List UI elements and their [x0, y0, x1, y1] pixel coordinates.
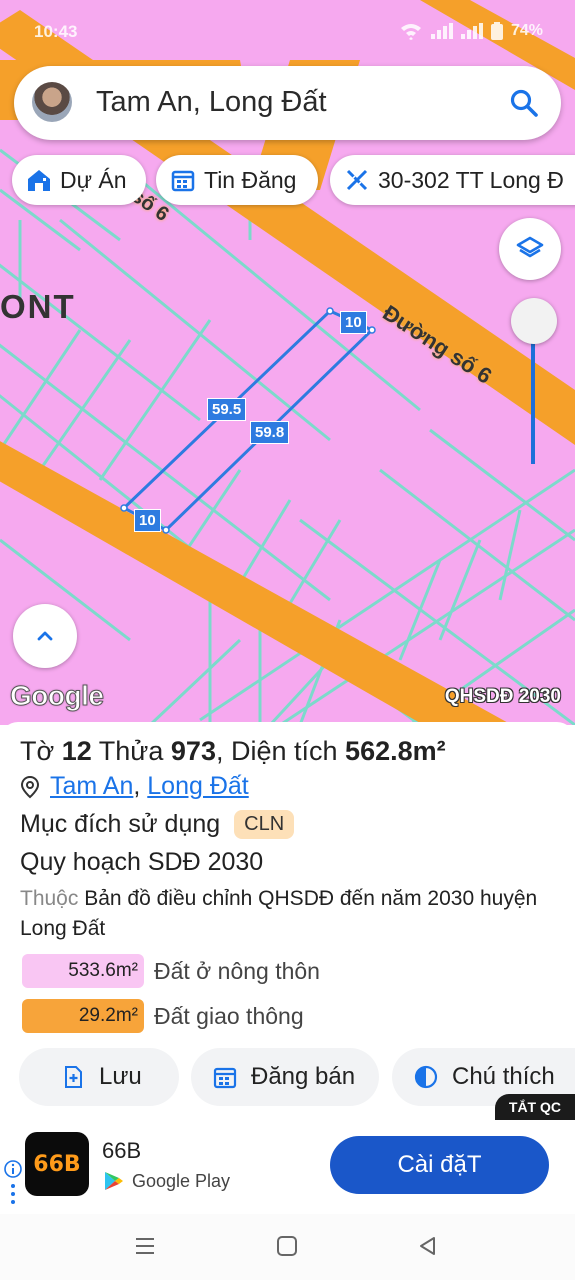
land-use-purpose: Mục đích sử dụng CLN	[20, 810, 295, 839]
sheet-number: 12	[61, 736, 92, 766]
opacity-slider-handle[interactable]	[511, 298, 557, 344]
purpose-label: Mục đích sử dụng	[20, 810, 221, 838]
commune-link[interactable]: Tam An	[50, 772, 133, 801]
chevron-up-icon	[37, 631, 53, 641]
chip-tin-dang[interactable]: Tin Đăng	[156, 155, 318, 205]
parcel-area: 562.8m²	[345, 736, 446, 766]
purpose-code-badge: CLN	[234, 810, 295, 839]
plan-layer-label: QHSDĐ 2030	[444, 686, 561, 707]
zone-area: 29.2m²	[22, 999, 144, 1033]
ad-info-icon[interactable]	[4, 1160, 22, 1206]
ad-app-logo[interactable]: 66B	[25, 1132, 89, 1196]
status-bar: 10:43 74%	[0, 0, 575, 62]
house-icon	[28, 170, 50, 191]
google-play-icon	[105, 1172, 123, 1190]
ad-banner[interactable]: 66B 66B Google Play Cài đặT	[0, 1120, 575, 1214]
expand-panel-button[interactable]	[13, 604, 77, 668]
wifi-icon	[400, 24, 421, 40]
ruler-icon	[346, 169, 368, 191]
chip-planning-map[interactable]: 30-302 TT Long Đ	[330, 155, 575, 205]
zone-code-label: ONT	[0, 288, 76, 325]
sheet-label: Tờ	[20, 736, 55, 766]
edge-length-label: 59.8	[250, 421, 290, 444]
location-pin-icon	[20, 775, 40, 798]
area-label: , Diện tích	[215, 736, 338, 766]
save-button-label: Lưu	[99, 1063, 142, 1090]
zone-row: 29.2m² Đất giao thông	[22, 999, 304, 1033]
signal-icon	[460, 23, 483, 39]
search-input[interactable]: Tam An, Long Đất	[96, 86, 327, 119]
district-link[interactable]: Long Đất	[147, 772, 248, 801]
zone-row: 533.6m² Đất ở nông thôn	[22, 954, 320, 988]
legend-label: Chú thích	[452, 1063, 555, 1090]
battery-level: 74%	[510, 22, 543, 39]
install-button[interactable]: Cài đặT	[330, 1136, 549, 1194]
belongs-prefix: Thuộc	[20, 887, 79, 910]
back-icon[interactable]	[416, 1234, 440, 1258]
signal-icon	[430, 23, 453, 39]
post-for-sale-button[interactable]: Đăng bán	[191, 1048, 379, 1106]
battery-icon	[490, 22, 503, 40]
zone-label: Đất giao thông	[154, 1002, 304, 1029]
avatar[interactable]	[32, 82, 72, 122]
calendar-icon	[213, 1067, 237, 1089]
save-button[interactable]: Lưu	[19, 1048, 179, 1106]
belongs-text: Bản đồ điều chỉnh QHSDĐ đến năm 2030 huy…	[20, 887, 538, 940]
close-ad-button[interactable]: TẮT QC	[494, 1094, 575, 1120]
zone-area: 533.6m²	[22, 954, 144, 988]
parcel-info-panel: Tờ 12 Thửa 973, Diện tích 562.8m² Tam An…	[0, 722, 575, 1130]
zone-label: Đất ở nông thôn	[154, 957, 320, 984]
chip-du-an[interactable]: Dự Án	[12, 155, 146, 205]
chip-label: Dự Án	[60, 166, 127, 193]
ad-store: Google Play	[102, 1170, 230, 1192]
search-bar[interactable]: Tam An, Long Đất	[14, 66, 561, 140]
plot-label: Thửa	[98, 736, 164, 766]
status-indicators: 74%	[399, 22, 543, 40]
calendar-icon	[171, 170, 195, 192]
parcel-title: Tờ 12 Thửa 973, Diện tích 562.8m²	[20, 736, 446, 767]
plot-number: 973	[170, 736, 216, 766]
edge-length-label: 59.5	[207, 398, 247, 421]
add-bookmark-icon	[65, 1066, 82, 1088]
google-logo: Google	[9, 680, 104, 712]
plan-title: Quy hoạch SDĐ 2030	[20, 848, 264, 876]
recent-apps-icon[interactable]	[133, 1234, 157, 1258]
home-icon[interactable]	[275, 1234, 299, 1258]
ad-store-label: Google Play	[132, 1170, 231, 1191]
chip-label: Tin Đăng	[204, 166, 297, 193]
chip-label: 30-302 TT Long Đ	[378, 166, 564, 193]
edge-length-label: 10	[134, 509, 161, 532]
status-time: 10:43	[34, 22, 78, 41]
plan-source: Thuộc Bản đồ điều chỉnh QHSDĐ đến năm 20…	[20, 884, 560, 944]
edge-length-label: 10	[340, 311, 367, 334]
parcel-location: Tam An, Long Đất	[20, 772, 249, 801]
ad-app-name: 66B	[102, 1138, 142, 1163]
layers-icon	[516, 236, 544, 258]
map-view[interactable]: ONT Đường số 6 số 6 10 59.5 59.8 10 10:4…	[0, 0, 575, 725]
post-for-sale-label: Đăng bán	[251, 1063, 356, 1090]
search-icon[interactable]	[509, 88, 539, 118]
system-nav-bar	[0, 1214, 575, 1280]
contrast-icon	[414, 1065, 438, 1089]
layers-button[interactable]	[499, 218, 561, 280]
